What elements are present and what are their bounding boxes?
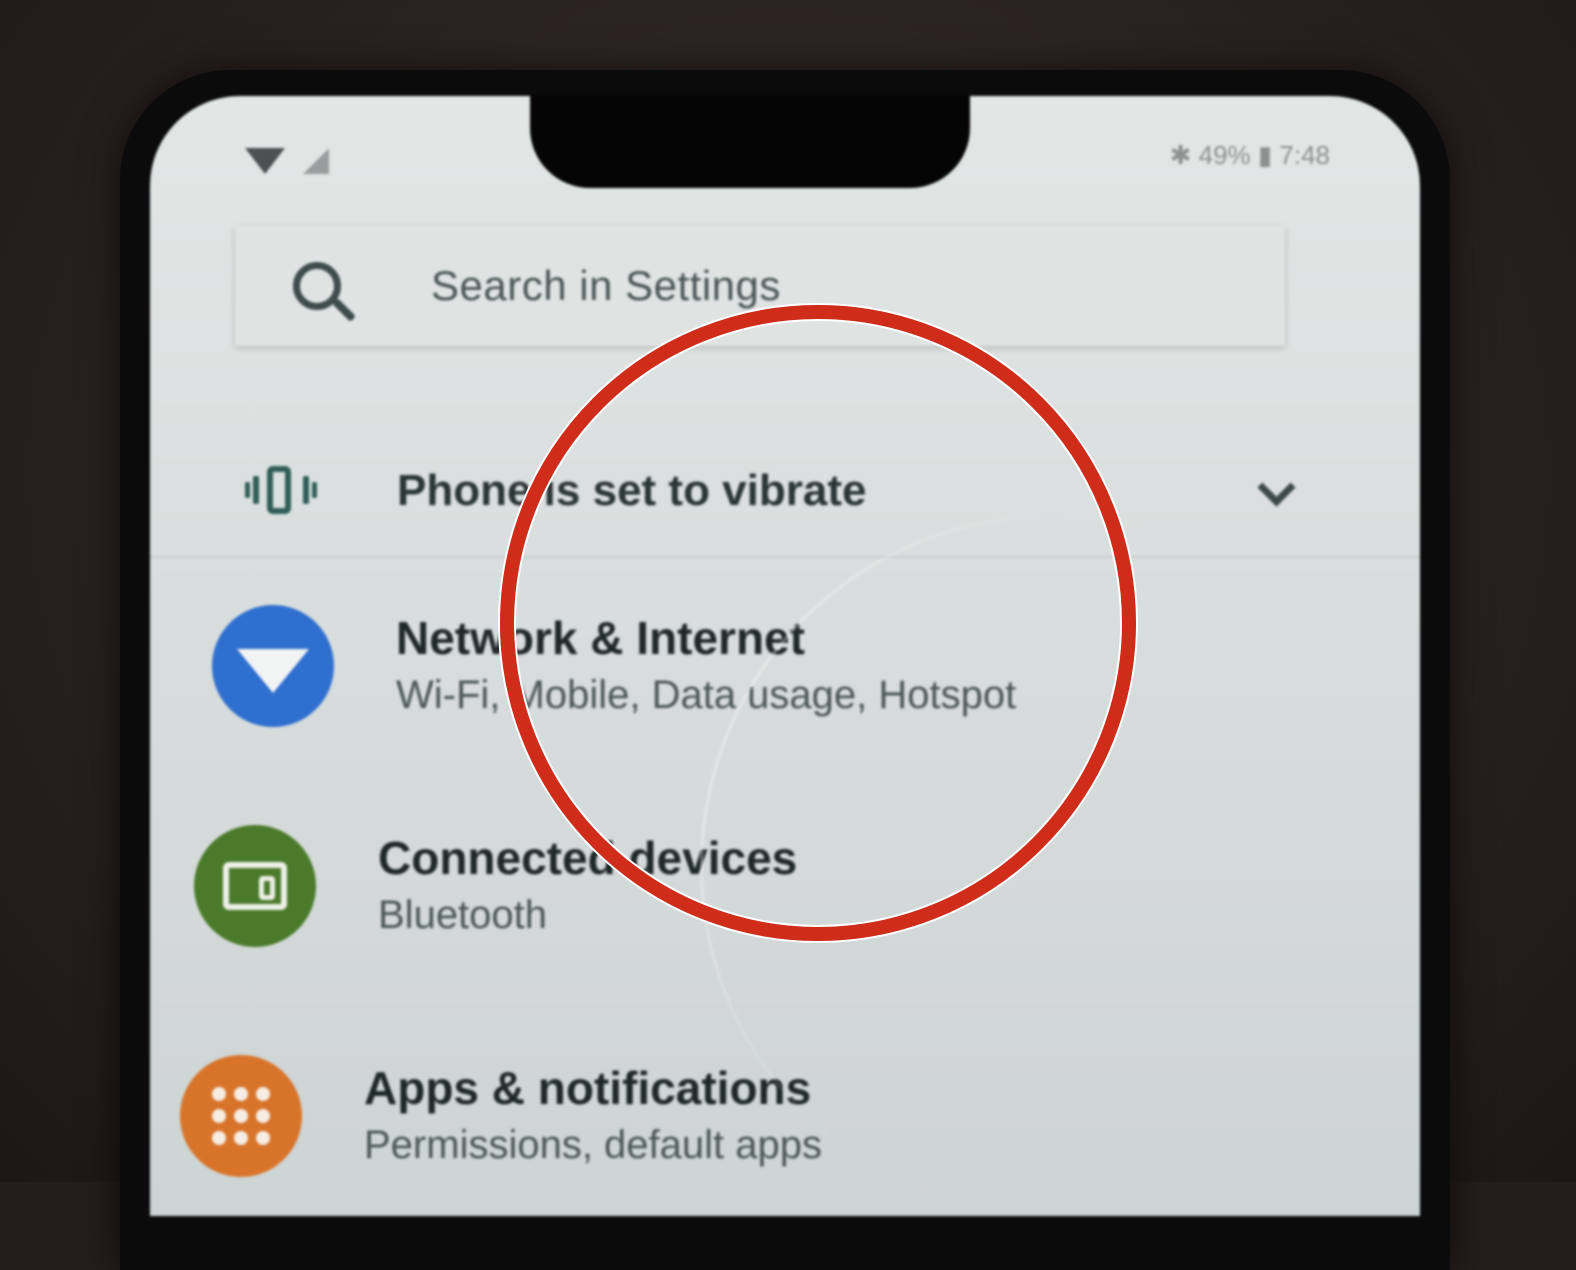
settings-item-apps[interactable]: Apps & notifications Permissions, defaul… [150, 1021, 1420, 1211]
status-bar-left [245, 148, 329, 174]
wifi-icon [212, 605, 334, 727]
connected-devices-icon [194, 825, 316, 947]
settings-item-subtitle: Permissions, default apps [364, 1122, 823, 1167]
annotation-highlight-circle [500, 305, 1136, 941]
settings-item-title: Apps & notifications [364, 1062, 812, 1115]
wifi-status-icon [245, 148, 285, 174]
search-placeholder: Search in Settings [431, 262, 781, 309]
status-bar-indicators: ✱ 49% ▮ 7:48 [1169, 140, 1330, 170]
search-icon [293, 262, 341, 310]
chevron-down-icon[interactable] [1257, 468, 1296, 507]
cell-signal-icon [303, 148, 329, 174]
status-bar-right: ✱ 49% ▮ 7:48 [1170, 140, 1330, 171]
display-notch [530, 96, 970, 188]
vibrate-icon [245, 466, 317, 516]
apps-grid-icon [180, 1055, 302, 1177]
